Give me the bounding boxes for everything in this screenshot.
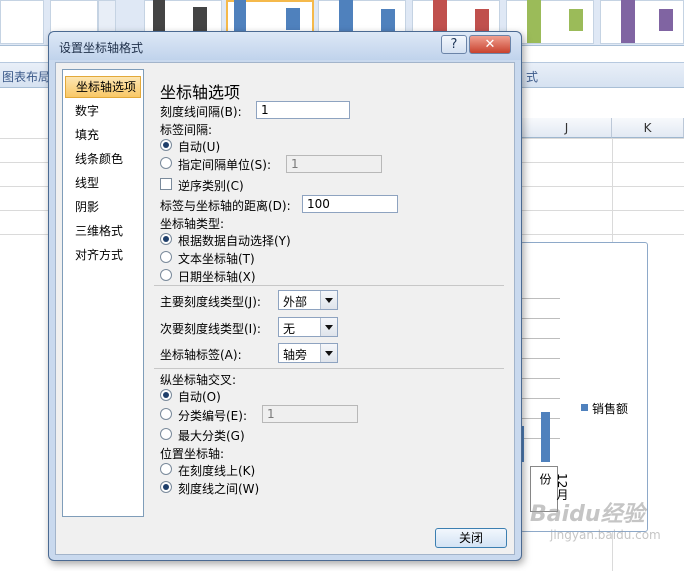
- legend-swatch: [581, 404, 588, 411]
- tick-interval-label: 刻度线间隔(B):: [160, 105, 242, 119]
- nav-alignment[interactable]: 对齐方式: [65, 244, 141, 266]
- watermark-url: jingyan.baidu.com: [550, 528, 661, 542]
- axis-type-date-radio[interactable]: [160, 269, 172, 281]
- axis-labels-dropdown[interactable]: 轴旁: [278, 343, 338, 363]
- dialog-titlebar[interactable]: 设置坐标轴格式 ? ✕: [49, 32, 521, 60]
- reverse-categories-label[interactable]: 逆序类别(C): [178, 177, 244, 194]
- help-button[interactable]: ?: [441, 35, 467, 54]
- legend-label: 销售额: [592, 402, 629, 416]
- dialog-title: 设置坐标轴格式: [59, 41, 144, 55]
- chevron-down-icon[interactable]: [320, 318, 337, 336]
- minor-tick-label: 次要刻度线类型(I):: [160, 322, 261, 336]
- axis-options-panel: 坐标轴选项 刻度线间隔(B): 1 标签间隔: 自动(U) 指定间隔单位(S):…: [150, 69, 510, 517]
- specify-unit-radio[interactable]: [160, 157, 172, 169]
- position-on-tick-radio[interactable]: [160, 463, 172, 475]
- axis-type-auto-radio[interactable]: [160, 233, 172, 245]
- ribbon-group-chart-layout: 图表布局: [2, 70, 51, 84]
- column-header-k[interactable]: K: [612, 118, 684, 138]
- minor-tick-dropdown[interactable]: 无: [278, 317, 338, 337]
- axis-labels-label: 坐标轴标签(A):: [160, 348, 242, 362]
- position-axis-label: 位置坐标轴:: [160, 447, 225, 461]
- label-distance-input[interactable]: 100: [302, 195, 398, 213]
- axis-type-text-radio[interactable]: [160, 251, 172, 263]
- watermark: Baidu经验 jingyan.baidu.com: [530, 486, 680, 566]
- nav-3d-format[interactable]: 三维格式: [65, 220, 141, 242]
- label-interval-label: 标签间隔:: [160, 123, 213, 137]
- specify-unit-label[interactable]: 指定间隔单位(S):: [178, 156, 271, 173]
- nav-line-style[interactable]: 线型: [65, 172, 141, 194]
- cross-auto-radio[interactable]: [160, 389, 172, 401]
- nav-fill[interactable]: 填充: [65, 124, 141, 146]
- cross-max-radio[interactable]: [160, 428, 172, 440]
- vertical-cross-label: 纵坐标轴交叉:: [160, 373, 237, 387]
- ribbon-group-styles: 式: [526, 70, 539, 84]
- reverse-categories-checkbox[interactable]: [160, 178, 172, 190]
- chevron-down-icon[interactable]: [320, 291, 337, 309]
- chevron-down-icon[interactable]: [320, 344, 337, 362]
- nav-axis-options[interactable]: 坐标轴选项: [65, 76, 141, 98]
- chart-style-thumb-1[interactable]: [0, 0, 44, 44]
- dialog-body: 坐标轴选项 数字 填充 线条颜色 线型 阴影 三维格式 对齐方式 坐标轴选项 刻…: [55, 62, 515, 555]
- position-between-radio[interactable]: [160, 481, 172, 493]
- axis-labels-value: 轴旁: [283, 348, 308, 362]
- tick-interval-input[interactable]: 1: [256, 101, 350, 119]
- cross-category-radio[interactable]: [160, 408, 172, 420]
- watermark-brand: Baidu经验: [530, 502, 645, 527]
- cross-max-label[interactable]: 最大分类(G): [178, 427, 245, 444]
- cross-category-input[interactable]: 1: [262, 405, 358, 423]
- position-on-tick-label[interactable]: 在刻度线上(K): [178, 462, 255, 479]
- cross-category-label[interactable]: 分类编号(E):: [178, 407, 247, 424]
- axis-type-label: 坐标轴类型:: [160, 217, 225, 231]
- chart-style-thumb-8[interactable]: [600, 0, 684, 44]
- position-between-label[interactable]: 刻度线之间(W): [178, 480, 259, 497]
- separator: [154, 368, 504, 369]
- close-button[interactable]: 关闭: [435, 528, 507, 548]
- chart-bar[interactable]: [541, 412, 550, 462]
- specify-unit-input[interactable]: 1: [286, 155, 382, 173]
- close-x-button[interactable]: ✕: [469, 35, 511, 54]
- label-interval-auto-label[interactable]: 自动(U): [178, 138, 220, 155]
- nav-number[interactable]: 数字: [65, 100, 141, 122]
- format-axis-dialog: 设置坐标轴格式 ? ✕ 坐标轴选项 数字 填充 线条颜色 线型 阴影 三维格式 …: [48, 31, 522, 561]
- category-nav: 坐标轴选项 数字 填充 线条颜色 线型 阴影 三维格式 对齐方式: [62, 69, 144, 517]
- label-distance-label: 标签与坐标轴的距离(D):: [160, 199, 291, 213]
- section-title: 坐标轴选项: [160, 83, 241, 102]
- major-tick-dropdown[interactable]: 外部: [278, 290, 338, 310]
- label-interval-auto-radio[interactable]: [160, 139, 172, 151]
- axis-type-text-label[interactable]: 文本坐标轴(T): [178, 250, 255, 267]
- nav-line-color[interactable]: 线条颜色: [65, 148, 141, 170]
- separator: [154, 285, 504, 286]
- axis-type-auto-label[interactable]: 根据数据自动选择(Y): [178, 232, 291, 249]
- axis-type-date-label[interactable]: 日期坐标轴(X): [178, 268, 256, 285]
- cross-auto-label[interactable]: 自动(O): [178, 388, 221, 405]
- minor-tick-value: 无: [283, 322, 296, 336]
- major-tick-value: 外部: [283, 295, 308, 309]
- column-header-j[interactable]: J: [522, 118, 612, 138]
- nav-shadow[interactable]: 阴影: [65, 196, 141, 218]
- major-tick-label: 主要刻度线类型(J):: [160, 295, 261, 309]
